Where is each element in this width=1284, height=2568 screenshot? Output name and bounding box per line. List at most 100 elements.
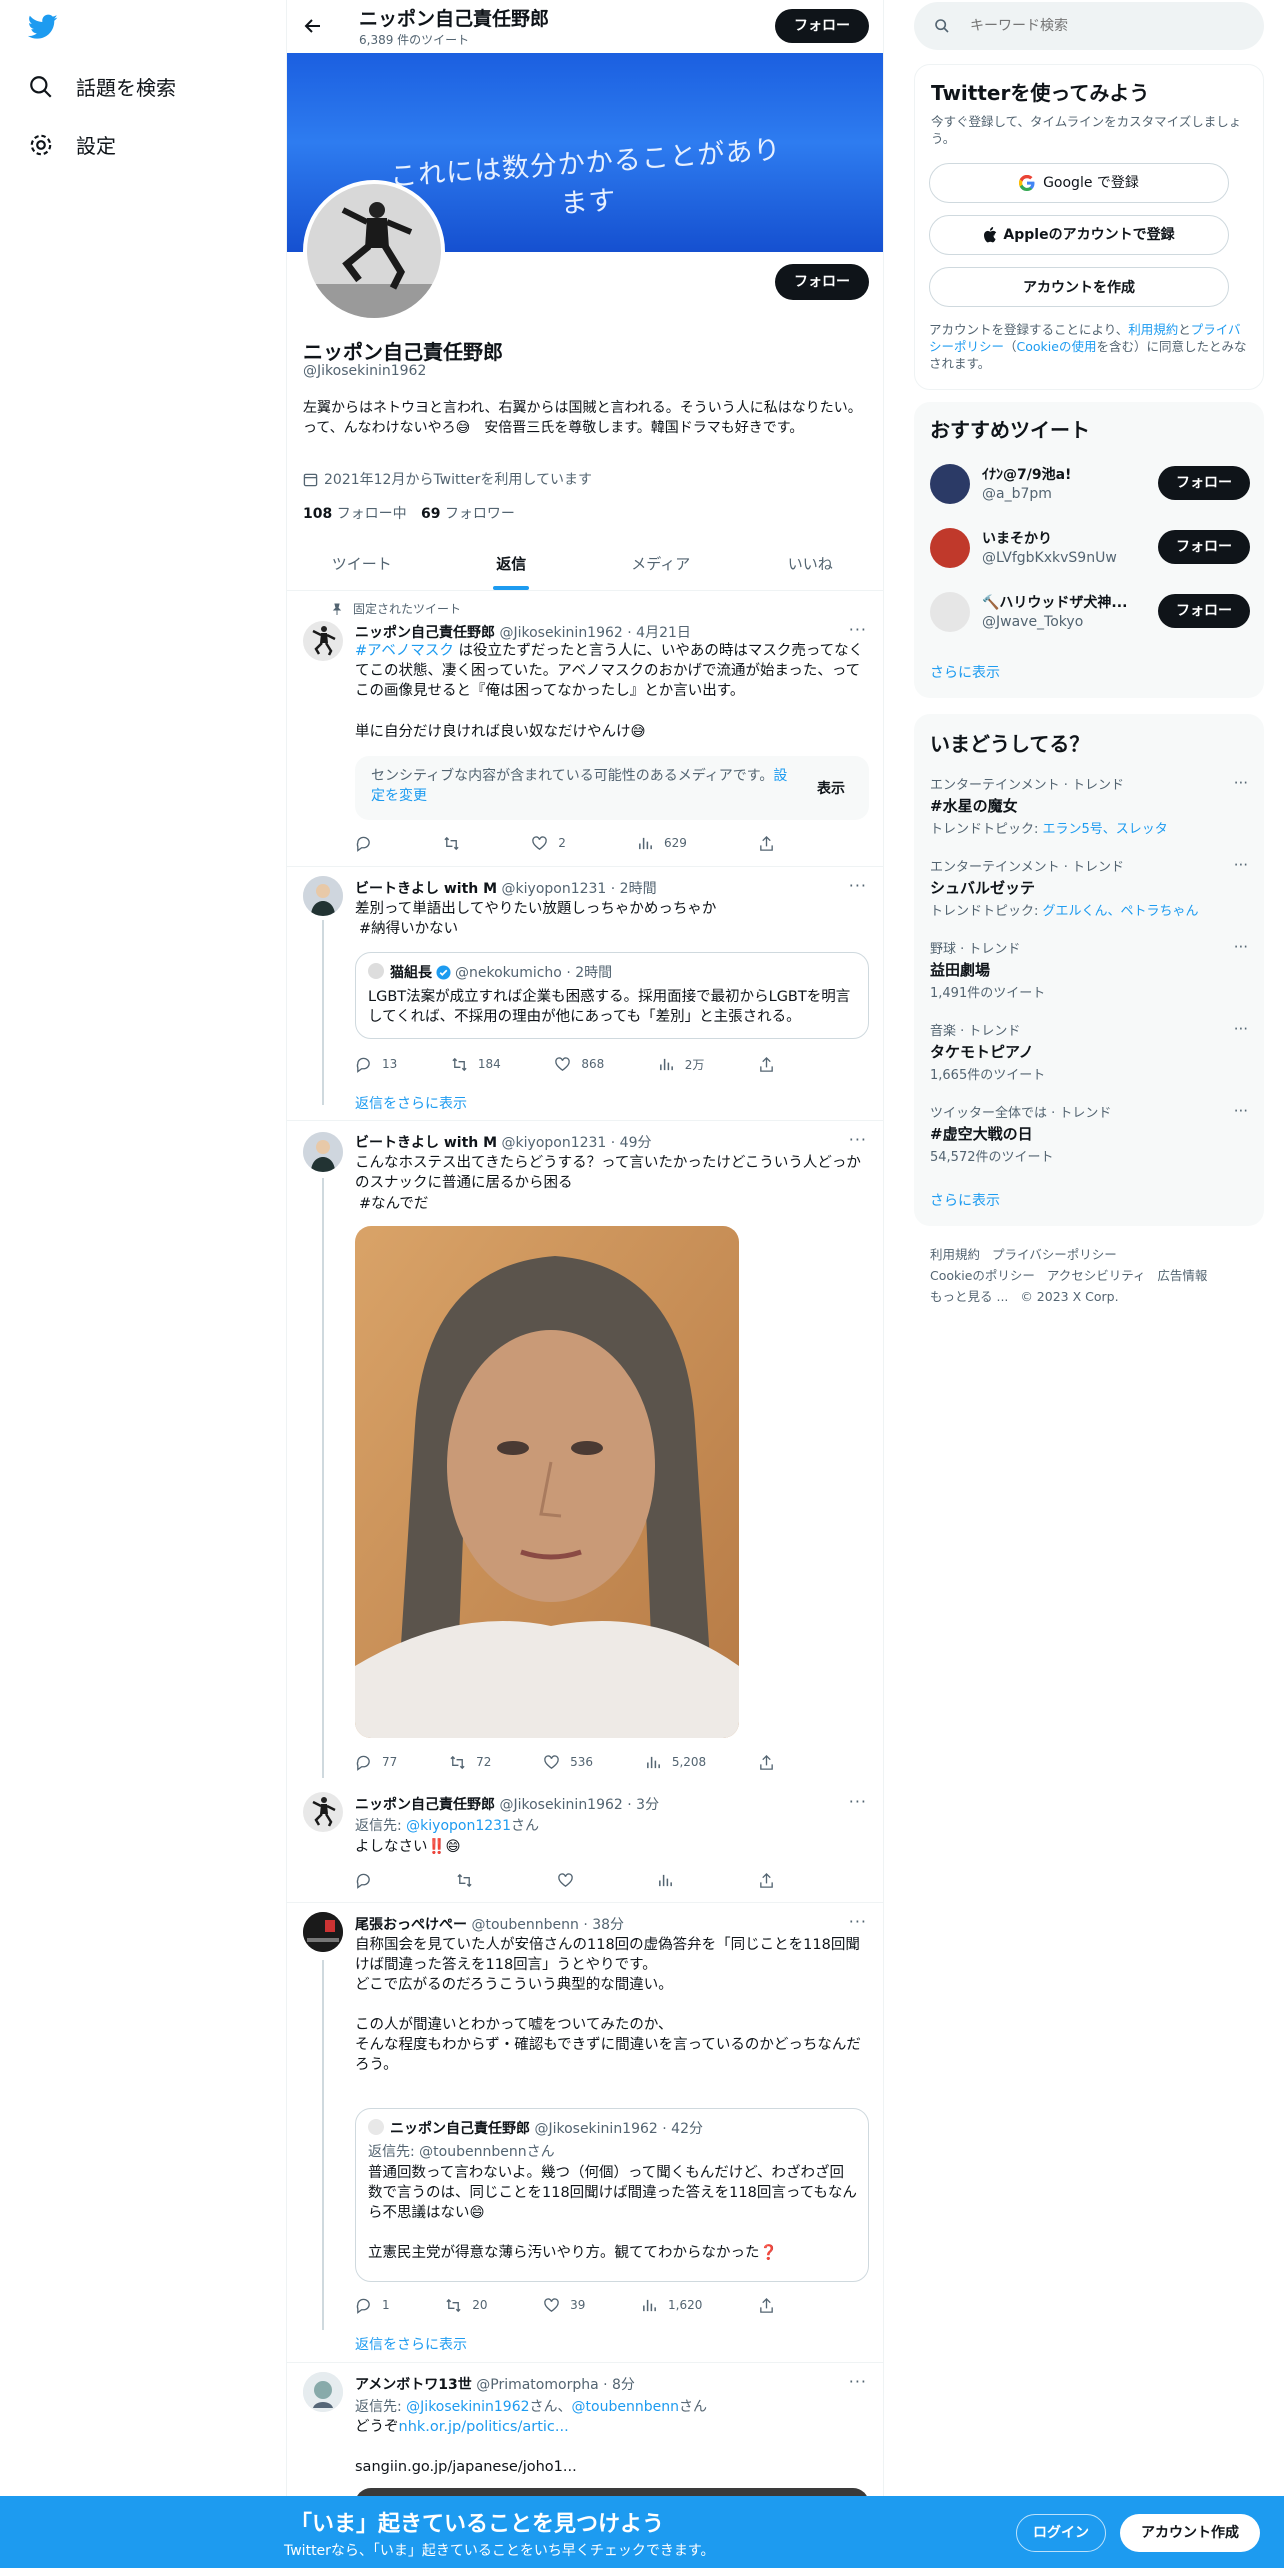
tweet-author[interactable]: ニッポン自己責任野郎 — [355, 1797, 495, 1813]
share-button[interactable] — [758, 1870, 775, 1890]
share-button[interactable] — [758, 1752, 775, 1772]
quote-tweet[interactable]: 猫組長 @nekokumicho · 2時間 LGBT法案が成立すれば企業も困惑… — [355, 952, 869, 1039]
hashtag-link[interactable]: #なんでだ — [359, 1194, 428, 1214]
more-icon[interactable]: ··· — [1234, 1102, 1248, 1120]
show-more-replies-link[interactable]: 返信をさらに表示 — [355, 1093, 467, 1113]
cookie-link[interactable]: Cookieの使用 — [1017, 339, 1097, 354]
more-icon[interactable]: ··· — [1234, 1020, 1248, 1038]
tab-tweets[interactable]: ツイート — [287, 538, 437, 590]
avatar[interactable] — [303, 1912, 343, 1952]
trend-topic-link[interactable]: グエルくん、ペトラちゃん — [1043, 904, 1199, 919]
trend-item[interactable]: エンターテインメント · トレンド #水星の魔女 トレンドトピック: エラン5号… — [930, 774, 1248, 837]
profile-follow-button[interactable]: フォロー — [775, 264, 869, 300]
reply-to-link[interactable]: @toubennbenn — [572, 2399, 679, 2415]
share-button[interactable] — [758, 1054, 775, 1074]
footer-ads-link[interactable]: 広告情報 — [1157, 1268, 1207, 1283]
views-button[interactable]: 2万 — [658, 1054, 704, 1074]
like-button[interactable]: 868 — [554, 1054, 604, 1074]
external-link[interactable]: sangiin.go.jp/japanese/joho1... — [355, 2457, 577, 2477]
tab-likes[interactable]: いいね — [736, 538, 884, 590]
recommend-user-name[interactable]: いまそかり — [982, 528, 1052, 548]
share-button[interactable] — [758, 2295, 775, 2315]
create-account-button[interactable]: アカウントを作成 — [929, 267, 1229, 307]
views-button[interactable]: 629 — [637, 833, 687, 853]
footer-privacy-link[interactable]: プライバシーポリシー — [992, 1247, 1117, 1262]
nav-settings[interactable]: 設定 — [28, 130, 116, 159]
profile-followers[interactable]: 69 フォロワー — [421, 503, 515, 523]
like-button[interactable]: 2 — [531, 833, 566, 853]
tweet-author[interactable]: アメンボトワ13世 — [355, 2377, 472, 2393]
footer-cookie-link[interactable]: Cookieのポリシー — [930, 1268, 1035, 1283]
reply-button[interactable]: 13 — [355, 1054, 397, 1074]
header-follow-button[interactable]: フォロー — [775, 9, 869, 43]
trends-show-more[interactable]: さらに表示 — [930, 1190, 1000, 1210]
recommend-follow-button[interactable]: フォロー — [1158, 594, 1250, 628]
more-icon[interactable]: ··· — [849, 1792, 867, 1811]
retweet-button[interactable]: 20 — [445, 2295, 488, 2315]
more-icon[interactable]: ··· — [849, 1130, 867, 1149]
trend-item[interactable]: エンターテインメント · トレンド シュバルゼッテ トレンドトピック: グエルく… — [930, 856, 1248, 919]
terms-link[interactable]: 利用規約 — [1128, 322, 1178, 337]
avatar[interactable] — [303, 876, 343, 916]
avatar[interactable] — [303, 1792, 343, 1832]
recommend-follow-button[interactable]: フォロー — [1158, 530, 1250, 564]
footer-terms-link[interactable]: 利用規約 — [930, 1247, 980, 1262]
login-button[interactable]: ログイン — [1016, 2514, 1106, 2552]
more-icon[interactable]: ··· — [849, 620, 867, 639]
like-button[interactable]: 536 — [543, 1752, 593, 1772]
like-button[interactable] — [557, 1870, 574, 1890]
avatar[interactable] — [930, 528, 970, 568]
search-input[interactable] — [970, 14, 1240, 38]
trend-item[interactable]: 音楽 · トレンド タケモトピアノ 1,665件のツイート ··· — [930, 1020, 1248, 1083]
more-icon[interactable]: ··· — [849, 2372, 867, 2391]
views-button[interactable]: 1,620 — [641, 2295, 702, 2315]
recommend-show-more[interactable]: さらに表示 — [930, 662, 1000, 682]
reply-button[interactable] — [355, 833, 372, 853]
more-icon[interactable]: ··· — [1234, 938, 1248, 956]
recommend-user-name[interactable]: 🔨ハリウッドザ犬神... — [982, 592, 1152, 612]
trend-item[interactable]: 野球 · トレンド 益田劇場 1,491件のツイート ··· — [930, 938, 1248, 1001]
avatar[interactable] — [930, 592, 970, 632]
more-icon[interactable]: ··· — [1234, 774, 1248, 792]
views-button[interactable] — [657, 1870, 674, 1890]
retweet-button[interactable] — [443, 833, 460, 853]
footer-accessibility-link[interactable]: アクセシビリティ — [1047, 1268, 1146, 1283]
tweet-author[interactable]: ニッポン自己責任野郎 — [355, 625, 495, 641]
tweet-photo[interactable] — [355, 1226, 739, 1738]
profile-following[interactable]: 108 フォロー中 — [303, 503, 407, 523]
search-box[interactable] — [914, 2, 1264, 50]
quote-tweet[interactable]: ニッポン自己責任野郎 @Jikosekinin1962 · 42分 返信先: @… — [355, 2108, 869, 2282]
avatar[interactable] — [303, 2372, 343, 2412]
google-signup-button[interactable]: Google で登録 — [929, 163, 1229, 203]
reply-button[interactable] — [355, 1870, 372, 1890]
external-link[interactable]: nhk.or.jp/politics/artic... — [399, 2419, 569, 2435]
twitter-logo-icon[interactable] — [27, 14, 58, 44]
show-media-button[interactable]: 表示 — [817, 778, 845, 798]
tweet-author[interactable]: 尾張おっぺけぺー — [355, 1917, 467, 1933]
share-button[interactable] — [758, 833, 775, 853]
recommend-user-name[interactable]: ｲﾅﾝ@7/9池a! — [982, 464, 1142, 484]
trend-topic-link[interactable]: エラン5号、スレッタ — [1043, 822, 1168, 837]
avatar[interactable] — [303, 621, 343, 661]
apple-signup-button[interactable]: Appleのアカウントで登録 — [929, 215, 1229, 255]
nav-explore[interactable]: 話題を検索 — [28, 72, 176, 101]
views-button[interactable]: 5,208 — [645, 1752, 706, 1772]
reply-to-link[interactable]: @kiyopon1231 — [406, 1818, 511, 1834]
back-arrow-icon[interactable] — [303, 16, 323, 40]
tweet-author[interactable]: ビートきよし with M — [355, 1135, 497, 1151]
retweet-button[interactable]: 72 — [449, 1752, 491, 1772]
reply-button[interactable]: 77 — [355, 1752, 397, 1772]
more-icon[interactable]: ··· — [1234, 856, 1248, 874]
hashtag-link[interactable]: #アベノマスク — [355, 643, 454, 659]
tab-media[interactable]: メディア — [586, 538, 736, 590]
tab-replies[interactable]: 返信 — [437, 538, 587, 590]
more-icon[interactable]: ··· — [849, 876, 867, 895]
avatar[interactable] — [930, 464, 970, 504]
profile-avatar[interactable] — [303, 180, 445, 322]
retweet-button[interactable]: 184 — [451, 1054, 501, 1074]
footer-more-link[interactable]: もっと見る ... — [930, 1289, 1008, 1304]
like-button[interactable]: 39 — [543, 2295, 585, 2315]
hashtag-link[interactable]: #納得いかない — [359, 919, 458, 939]
show-more-replies-link[interactable]: 返信をさらに表示 — [355, 2334, 467, 2354]
retweet-button[interactable] — [456, 1870, 473, 1890]
